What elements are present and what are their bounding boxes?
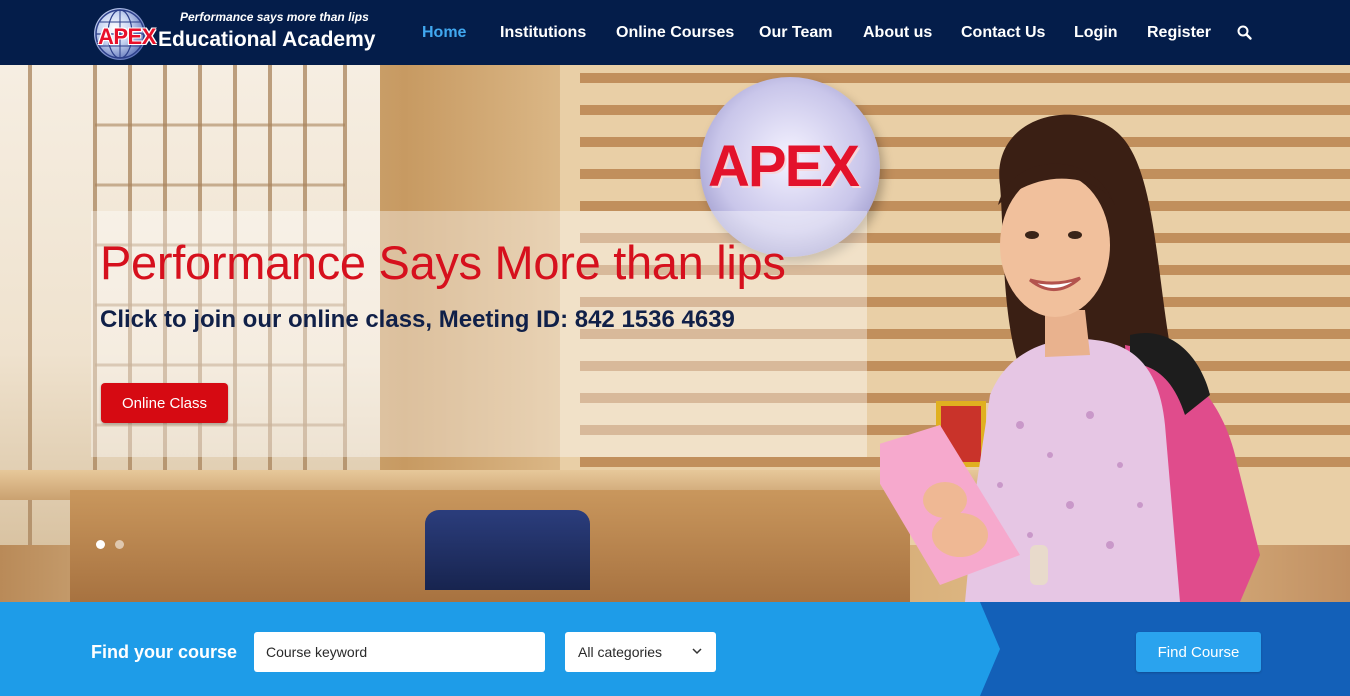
- hero-slider: APEX Performance Says More than lips Cli…: [0, 65, 1350, 602]
- office-chair: [425, 510, 590, 590]
- search-icon[interactable]: [1236, 24, 1254, 42]
- find-course-button[interactable]: Find Course: [1136, 632, 1261, 672]
- wall-logo-text: APEX: [708, 134, 860, 199]
- site-logo[interactable]: APEX Performance says more than lips Edu…: [92, 6, 382, 60]
- top-navbar: APEX Performance says more than lips Edu…: [0, 0, 1350, 65]
- logo-mark: APEX: [98, 24, 156, 49]
- course-search-bar: Find your course All categories Find Cou…: [0, 602, 1350, 696]
- nav-register[interactable]: Register: [1147, 24, 1211, 42]
- hero-headline: Performance Says More than lips: [100, 236, 786, 289]
- nav-about-us[interactable]: About us: [863, 24, 932, 42]
- online-class-button[interactable]: Online Class: [101, 383, 228, 423]
- nav-our-team[interactable]: Our Team: [759, 24, 833, 42]
- hero-subline: Click to join our online class, Meeting …: [100, 306, 735, 333]
- category-select-value: All categories: [578, 644, 663, 660]
- nav-home[interactable]: Home: [422, 24, 466, 42]
- nav-online-courses[interactable]: Online Courses: [616, 24, 734, 42]
- nav-institutions[interactable]: Institutions: [500, 24, 586, 42]
- chevron-down-icon: [692, 648, 702, 655]
- course-keyword-input[interactable]: [254, 632, 545, 672]
- find-course-label: Find your course: [91, 642, 238, 662]
- student-photo: [880, 114, 1260, 602]
- logo-name: Educational Academy: [158, 28, 376, 51]
- logo-tagline: Performance says more than lips: [180, 10, 369, 24]
- nav-contact-us[interactable]: Contact Us: [961, 24, 1045, 42]
- arrow-divider-graphic: [980, 602, 1000, 696]
- slide-dot-2[interactable]: [115, 540, 124, 549]
- nav-login[interactable]: Login: [1074, 24, 1118, 42]
- slide-dot-1[interactable]: [96, 540, 105, 549]
- category-select[interactable]: All categories: [565, 632, 716, 672]
